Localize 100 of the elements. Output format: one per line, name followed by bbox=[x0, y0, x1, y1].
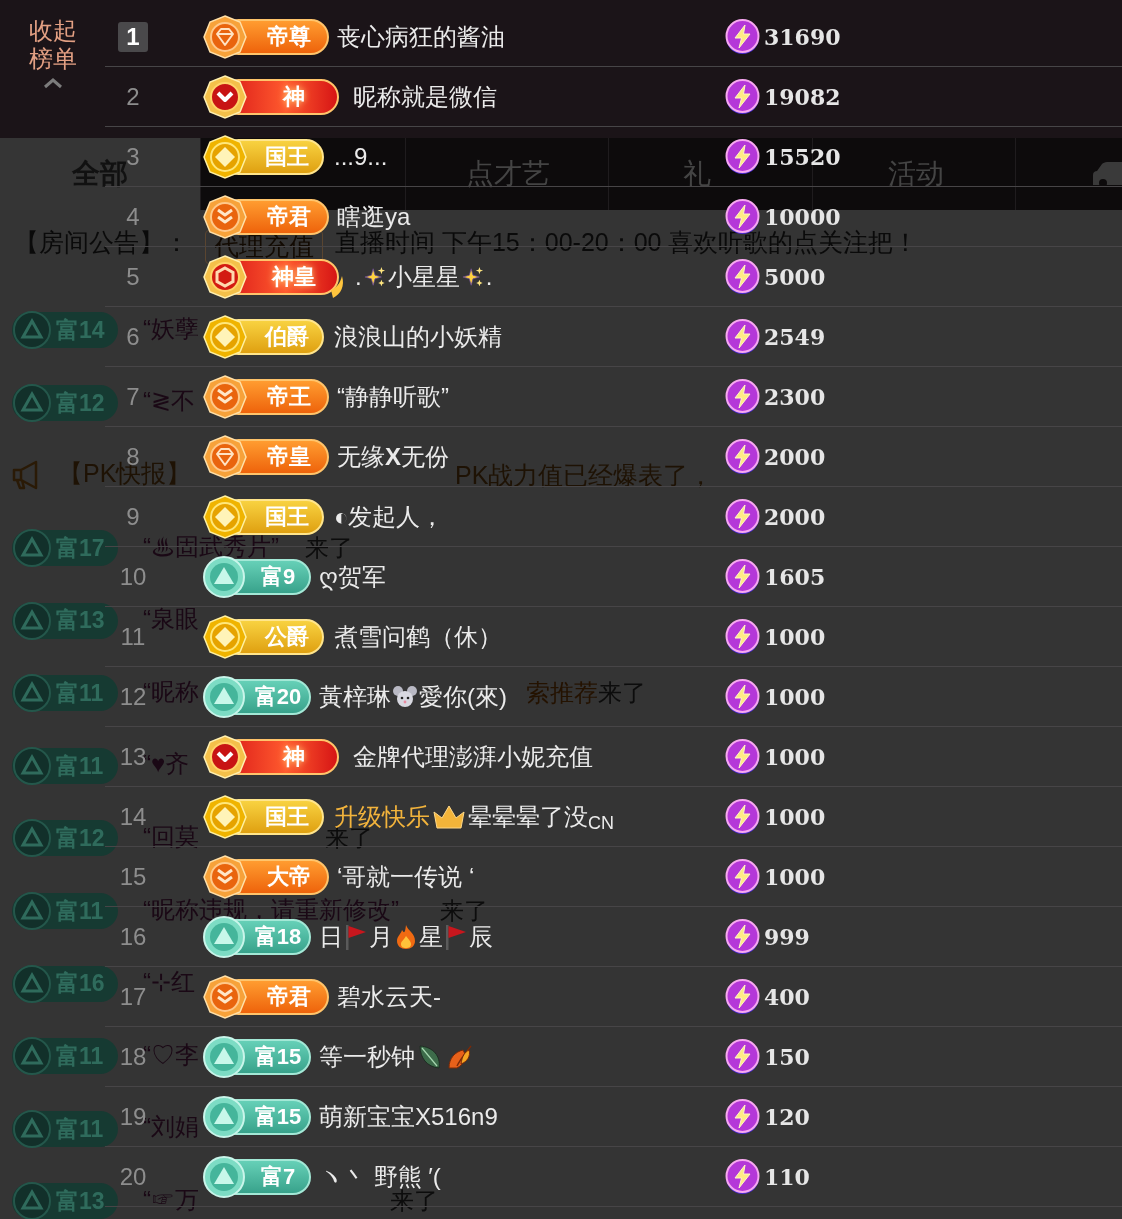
chevron-icon bbox=[203, 734, 247, 779]
rank-number: 3 bbox=[126, 144, 140, 169]
nickname: 等一秒钟 bbox=[319, 1044, 415, 1069]
nickname: 愛你(來) bbox=[419, 684, 507, 709]
car-tab[interactable] bbox=[1093, 161, 1122, 187]
nickname: 升级快乐 bbox=[334, 804, 430, 829]
lightning-coin-icon bbox=[725, 19, 760, 54]
rank-number: 14 bbox=[119, 804, 147, 829]
score-value: 1000 bbox=[764, 745, 826, 768]
nickname: ‘哥就一传说 ‘ bbox=[337, 864, 475, 889]
fire-icon bbox=[395, 923, 417, 950]
tab[interactable]: 礼 bbox=[683, 160, 711, 188]
rank-number: 20 bbox=[119, 1164, 147, 1189]
rank-number: 7 bbox=[126, 384, 140, 409]
score-value: 1605 bbox=[764, 565, 826, 588]
nickname: 煮雪问鹤（休） bbox=[334, 624, 502, 649]
score-value: 110 bbox=[764, 1165, 810, 1188]
nickname: 日 bbox=[319, 924, 343, 949]
triangle-icon bbox=[13, 1182, 51, 1219]
nickname: 月 bbox=[369, 924, 393, 949]
rank-number: 9 bbox=[126, 504, 140, 529]
sparkle-icon bbox=[363, 265, 386, 288]
rank-number: 13 bbox=[119, 744, 147, 769]
nickname: 昵称就是微信 bbox=[353, 84, 497, 109]
chevron-icon bbox=[203, 974, 247, 1019]
nickname: 碧水云天- bbox=[337, 984, 441, 1009]
leaf-icon bbox=[417, 1043, 443, 1070]
nickname: ღ贺军 bbox=[319, 564, 386, 589]
rank-number: 15 bbox=[119, 864, 147, 889]
nickname: ◐发起人， bbox=[334, 504, 445, 529]
crown-icon bbox=[432, 803, 466, 830]
nickname: . bbox=[485, 264, 493, 289]
score-value: 999 bbox=[764, 925, 810, 948]
score-value: 31690 bbox=[764, 25, 841, 48]
lightning-coin-icon bbox=[725, 1159, 760, 1194]
nickname: 金牌代理澎湃小妮充值 bbox=[353, 744, 593, 769]
nickname: 辰 bbox=[469, 924, 493, 949]
nickname: 无缘X无份 bbox=[337, 444, 449, 469]
rank-number: 16 bbox=[119, 924, 147, 949]
diamond-icon bbox=[203, 314, 247, 359]
rank-number: 5 bbox=[126, 264, 140, 289]
lightning-coin-icon bbox=[725, 1039, 760, 1074]
leaf-icon bbox=[447, 1043, 473, 1070]
rank-number: 1 bbox=[118, 21, 148, 52]
rank-number: 6 bbox=[126, 324, 140, 349]
score-value: 2000 bbox=[764, 445, 826, 468]
rank-number: 2 bbox=[126, 84, 140, 109]
score-value: 2000 bbox=[764, 505, 826, 528]
tab[interactable]: 活动 bbox=[888, 160, 944, 188]
score-value: 1000 bbox=[764, 685, 826, 708]
lightning-coin-icon bbox=[725, 499, 760, 534]
rank-number: 11 bbox=[120, 624, 146, 649]
lightning-coin-icon bbox=[725, 979, 760, 1014]
diamond-icon bbox=[203, 134, 247, 179]
score-value: 400 bbox=[764, 985, 810, 1008]
score-value: 2549 bbox=[764, 325, 826, 348]
nickname: 瞎逛ya bbox=[337, 204, 411, 229]
gem-icon bbox=[203, 434, 247, 479]
score-value: 1000 bbox=[764, 865, 826, 888]
diamond-icon bbox=[203, 614, 247, 659]
collapse-list-button[interactable]: 收起榜单 bbox=[28, 17, 77, 89]
nickname: 小星星 bbox=[387, 264, 460, 289]
nickname: “静静听歌” bbox=[337, 384, 449, 409]
rank-number: 17 bbox=[119, 984, 147, 1009]
lightning-coin-icon bbox=[725, 1099, 760, 1134]
lightning-coin-icon bbox=[725, 79, 760, 114]
nickname: 星 bbox=[419, 924, 443, 949]
caret-up-icon bbox=[42, 77, 63, 89]
gem-icon bbox=[203, 14, 247, 59]
score-value: 120 bbox=[764, 1105, 810, 1128]
lightning-coin-icon bbox=[725, 799, 760, 834]
nickname: 浪浪山的小妖精 bbox=[334, 324, 502, 349]
flag-icon bbox=[445, 923, 467, 950]
rank-number: 12 bbox=[119, 684, 147, 709]
nickname: 黃梓琳 bbox=[319, 684, 391, 709]
lightning-coin-icon bbox=[725, 379, 760, 414]
lightning-coin-icon bbox=[725, 859, 760, 894]
lightning-coin-icon bbox=[725, 919, 760, 954]
nickname: 萌新宝宝X516n9 bbox=[319, 1104, 498, 1129]
mouse-icon bbox=[393, 684, 417, 709]
chevron-icon bbox=[203, 74, 247, 119]
lightning-coin-icon bbox=[725, 319, 760, 354]
score-value: 19082 bbox=[764, 85, 841, 108]
nickname: 丧心病狂的酱油 bbox=[337, 24, 505, 49]
sparkle-icon bbox=[461, 265, 484, 288]
lightning-coin-icon bbox=[725, 139, 760, 174]
score-value: 1000 bbox=[764, 805, 826, 828]
tab[interactable]: 点才艺 bbox=[466, 160, 550, 188]
wing-icon bbox=[331, 275, 345, 298]
chevron-icon bbox=[203, 374, 247, 419]
lightning-coin-icon bbox=[725, 619, 760, 654]
chevron-icon bbox=[203, 854, 247, 899]
lightning-coin-icon bbox=[725, 559, 760, 594]
lightning-coin-icon bbox=[725, 739, 760, 774]
rank-number: 10 bbox=[119, 564, 147, 589]
nickname: ...9... bbox=[334, 144, 388, 169]
rank-number: 19 bbox=[119, 1104, 147, 1129]
nickname: . bbox=[355, 264, 362, 289]
score-value: 2300 bbox=[764, 385, 826, 408]
diamond-icon bbox=[203, 794, 247, 839]
